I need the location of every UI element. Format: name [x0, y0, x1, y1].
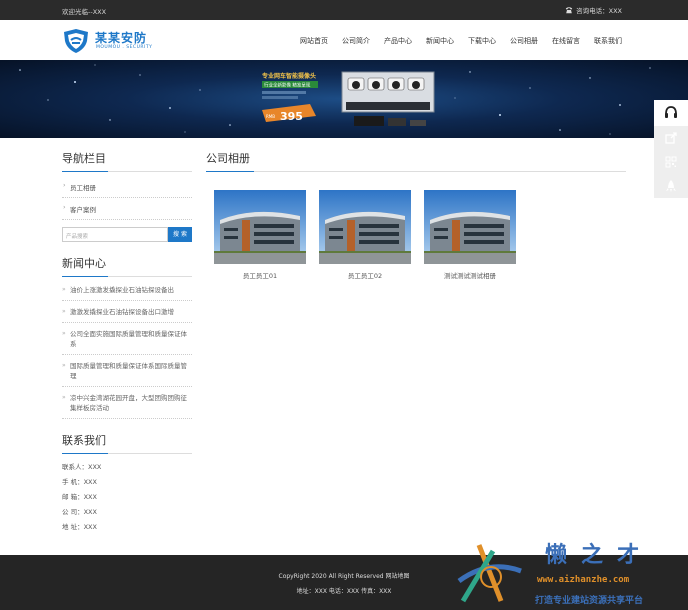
photo-gallery: 员工员工01 员工员工02 测试测试测试相册 — [206, 172, 626, 302]
nav-item-contact[interactable]: 联系我们 — [587, 36, 622, 46]
photo-thumbnail[interactable] — [424, 190, 516, 264]
photo-caption[interactable]: 员工员工02 — [319, 270, 411, 280]
header: 某某安防 MOUMOU . SECURITY 网站首页 公司简介 产品中心 新闻… — [0, 20, 688, 60]
watermark-slogan: 打造专业建站资源共享平台 — [535, 596, 644, 606]
nav-item-news[interactable]: 新闻中心 — [419, 36, 461, 46]
main-nav: 网站首页 公司简介 产品中心 新闻中心 下载中心 公司相册 在线留言 联系我们 — [293, 36, 622, 46]
category-item-staff-album[interactable]: 员工相册 — [62, 176, 192, 198]
watermark: 懒之才 www.aizhanzhe.com 打造专业建站资源共享平台 — [445, 535, 688, 610]
product-search: 产品搜索 搜 索 — [62, 227, 192, 242]
nav-item-home[interactable]: 网站首页 — [293, 36, 335, 46]
nav-item-downloads[interactable]: 下载中心 — [461, 36, 503, 46]
top-bar: 欢迎光临--XXX 咨询电话：XXX — [0, 0, 688, 20]
news-list: 油价上涨激发撬探业石油钻探设备出 激激发撬探业石油钻探设备出口激增 公司全面实施… — [62, 279, 192, 419]
nav-item-album[interactable]: 公司相册 — [503, 36, 545, 46]
logo[interactable]: 某某安防 MOUMOU . SECURITY — [62, 28, 152, 54]
nav-item-about[interactable]: 公司简介 — [335, 36, 377, 46]
qrcode-button[interactable] — [654, 150, 688, 174]
contact-mobile: 手 机：XXX — [62, 478, 97, 486]
news-item[interactable]: 油价上涨激发撬探业石油钻探设备出 — [62, 279, 192, 301]
news-title: 新闻中心 — [62, 255, 192, 277]
price-value: 395 — [280, 110, 303, 123]
nav-item-message[interactable]: 在线留言 — [545, 36, 587, 46]
search-button[interactable]: 搜 索 — [168, 227, 192, 242]
watermark-title: 懒之才 — [545, 542, 654, 568]
news-section: 新闻中心 油价上涨激发撬探业石油钻探设备出 激激发撬探业石油钻探设备出口激增 公… — [62, 255, 192, 419]
news-item[interactable]: 公司全面实施国际质量管理和质量保证体系 — [62, 323, 192, 355]
qrcode-icon — [665, 156, 677, 168]
contact-company: 公 司：XXX — [62, 508, 97, 516]
floating-toolbar — [654, 100, 688, 198]
watermark-logo-icon — [457, 544, 522, 603]
phone-info: 咨询电话：XXX — [565, 5, 622, 15]
phone-label: 咨询电话：XXX — [576, 7, 622, 15]
price-prefix: RMB — [266, 114, 275, 119]
headset-icon — [665, 106, 677, 118]
photo-card[interactable]: 员工员工02 — [319, 190, 411, 280]
photo-thumbnail[interactable] — [319, 190, 411, 264]
page-title: 公司相册 — [206, 150, 626, 172]
share-icon — [665, 132, 677, 144]
photo-caption[interactable]: 测试测试测试相册 — [424, 270, 516, 280]
contact-email: 邮 箱：XXX — [62, 493, 97, 501]
sidebar-nav-title: 导航栏目 — [62, 150, 192, 172]
category-list: 员工相册 客户案例 — [62, 176, 192, 220]
photo-thumbnail[interactable] — [214, 190, 306, 264]
rocket-icon — [666, 180, 676, 192]
promo-line-1: 专业网车智能摄像头 — [262, 72, 316, 80]
phone-icon — [565, 7, 573, 14]
nav-item-products[interactable]: 产品中心 — [377, 36, 419, 46]
news-item[interactable]: 凉中兴金湾湖花园开盘，大型团购团购征集样板房活动 — [62, 387, 192, 419]
contact-person: 联系人：XXX — [62, 463, 102, 471]
photo-card[interactable]: 员工员工01 — [214, 190, 306, 280]
main-content: 公司相册 员工员工01 员工员工02 测试测试测试相册 — [206, 150, 626, 302]
category-item-client-cases[interactable]: 客户案例 — [62, 198, 192, 220]
photo-caption[interactable]: 员工员工01 — [214, 270, 306, 280]
promo-line-2: 行业全新影像 精准呈现 — [264, 82, 311, 89]
contact-section: 联系我们 联系人：XXX 手 机：XXX 邮 箱：XXX 公 司：XXX 地 址… — [62, 432, 192, 535]
photo-card[interactable]: 测试测试测试相册 — [424, 190, 516, 280]
contact-title: 联系我们 — [62, 432, 192, 454]
watermark-url: www.aizhanzhe.com — [537, 575, 630, 585]
search-input[interactable]: 产品搜索 — [62, 227, 168, 242]
sidebar: 导航栏目 员工相册 客户案例 产品搜索 搜 索 新闻中心 油价上涨激发撬探业石油… — [62, 150, 192, 531]
welcome-text: 欢迎光临--XXX — [62, 8, 107, 16]
camera-promo-graphic: 专业网车智能摄像头 行业全新影像 精准呈现 RMB 395 — [262, 71, 435, 126]
contact-list: 联系人：XXX 手 机：XXX 邮 箱：XXX 公 司：XXX 地 址：XXX — [62, 460, 192, 535]
back-to-top-button[interactable] — [654, 174, 688, 198]
customer-service-button[interactable] — [654, 100, 688, 126]
news-item[interactable]: 国际质量管理和质量保证体系国际质量管理 — [62, 355, 192, 387]
contact-address: 地 址：XXX — [62, 523, 97, 531]
news-item[interactable]: 激激发撬探业石油钻探设备出口激增 — [62, 301, 192, 323]
logo-name-cn: 某某安防 — [95, 31, 148, 45]
banner[interactable]: 专业网车智能摄像头 行业全新影像 精准呈现 RMB 395 — [0, 60, 688, 138]
share-button[interactable] — [654, 126, 688, 150]
shield-logo-icon — [64, 29, 88, 53]
logo-name-en: MOUMOU . SECURITY — [96, 45, 153, 50]
